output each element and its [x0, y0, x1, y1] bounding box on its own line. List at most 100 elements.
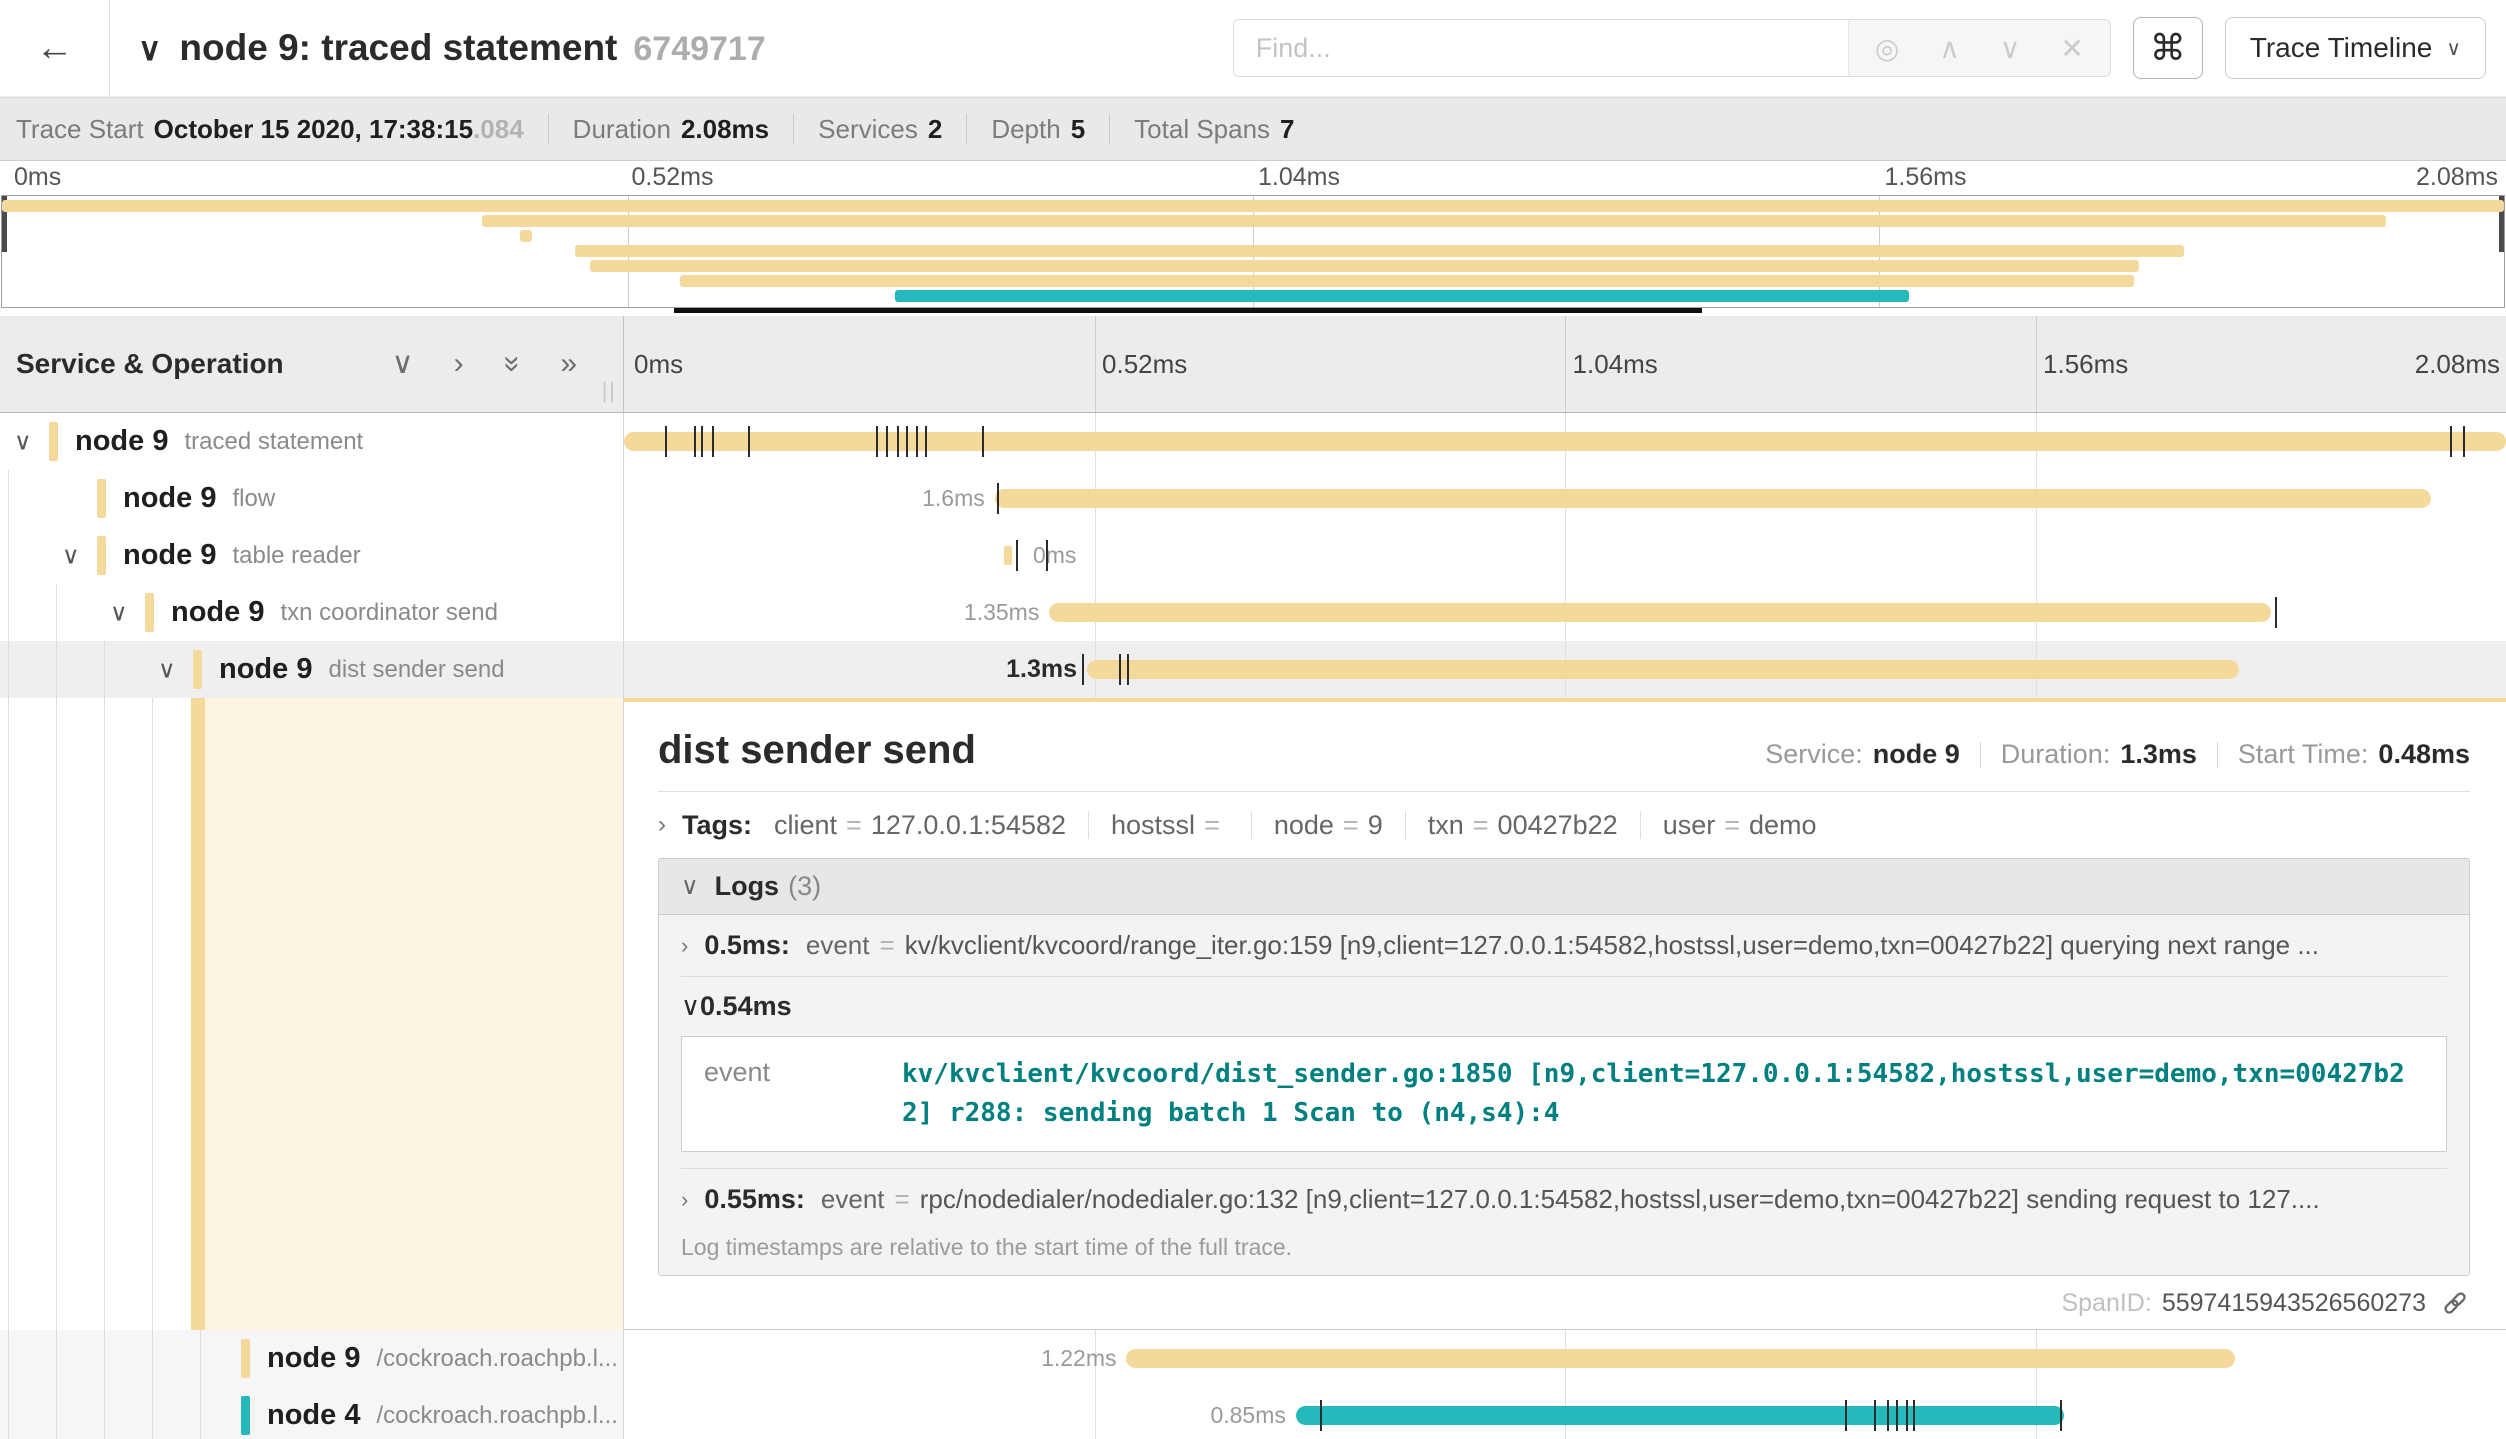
- log-text: kv/kvclient/kvcoord/range_iter.go:159 [n…: [905, 930, 2319, 961]
- back-button[interactable]: ←: [0, 0, 110, 96]
- expand-one-icon[interactable]: ›: [454, 349, 464, 379]
- tree-guide: [104, 1387, 105, 1439]
- tree-guide: [56, 698, 57, 1330]
- expand-chevron-icon[interactable]: ∨: [110, 598, 128, 627]
- minimap-span-bar: [590, 260, 2139, 272]
- log-field-value: kv/kvclient/kvcoord/dist_sender.go:1850 …: [892, 1037, 2446, 1151]
- span-name-cell[interactable]: ∨node 9txn coordinator send: [0, 584, 624, 641]
- tag-key: hostssl: [1111, 810, 1195, 841]
- log-expanded-header[interactable]: ∨ 0.54ms: [681, 991, 2447, 1022]
- collapse-one-icon[interactable]: ∨: [392, 349, 414, 379]
- next-match-icon[interactable]: ∨: [2000, 32, 2021, 65]
- span-row-flow[interactable]: node 9flow 1.6ms: [0, 470, 2506, 527]
- span-detail-panel: dist sender send Service: node 9 Duratio…: [624, 698, 2506, 1330]
- span-name-cell[interactable]: node 9flow: [0, 470, 624, 527]
- tag-key: client: [774, 810, 837, 841]
- log-key: event: [821, 1184, 885, 1215]
- span-duration-bar[interactable]: [1126, 1349, 2234, 1368]
- span-timeline-cell[interactable]: 1.3ms: [624, 641, 2506, 698]
- span-timeline-cell[interactable]: 0.85ms: [624, 1387, 2506, 1439]
- tree-guide: [152, 1387, 153, 1439]
- title-collapse-icon[interactable]: ∨: [138, 30, 161, 68]
- span-duration-bar[interactable]: [1049, 603, 2270, 622]
- tree-guide: [56, 1387, 57, 1439]
- span-service-name: node 9: [267, 1342, 360, 1375]
- span-row-traced-statement[interactable]: ∨ node 9 traced statement: [0, 413, 2506, 470]
- span-name-cell[interactable]: ∨ node 9 traced statement: [0, 413, 624, 470]
- span-duration-bar[interactable]: [995, 489, 2431, 508]
- span-row-txn-coordinator-send[interactable]: ∨node 9txn coordinator send1.35ms: [0, 584, 2506, 641]
- view-selector-button[interactable]: Trace Timeline ∨: [2225, 17, 2486, 79]
- span-row-cockroach-roachpb-l[interactable]: node 4/cockroach.roachpb.l...0.85ms: [0, 1387, 2506, 1439]
- minimap-canvas[interactable]: [1, 195, 2505, 308]
- tags-title: Tags:: [682, 810, 752, 841]
- depth-value: 5: [1071, 114, 1085, 145]
- log-row[interactable]: › 0.55ms: event = rpc/nodedialer/nodedia…: [681, 1168, 2447, 1230]
- span-timeline-cell[interactable]: 1.22ms: [624, 1330, 2506, 1387]
- span-id-row: SpanID: 5597415943526560273: [658, 1288, 2470, 1318]
- span-name-cell[interactable]: ∨node 9table reader: [0, 527, 624, 584]
- timeline-gridline: [1565, 527, 1566, 584]
- divider: [966, 114, 967, 144]
- chevron-down-icon: ∨: [2446, 36, 2461, 61]
- span-timeline-cell[interactable]: [624, 413, 2506, 470]
- minimap-span-bar: [520, 230, 533, 242]
- log-marker-tick: [1127, 654, 1129, 685]
- column-resize-grip[interactable]: ||: [602, 378, 617, 404]
- trace-summary-bar: Trace Start October 15 2020, 17:38:15.08…: [0, 97, 2506, 161]
- divider: [658, 791, 2470, 792]
- span-timeline-cell[interactable]: 1.35ms: [624, 584, 2506, 641]
- log-marker-tick: [748, 426, 750, 457]
- log-marker-tick: [876, 426, 878, 457]
- minimap-tick-1: 0.52ms: [632, 163, 714, 192]
- tree-guide: [152, 698, 153, 1330]
- find-input[interactable]: [1234, 20, 1848, 76]
- span-name-cell[interactable]: node 4/cockroach.roachpb.l...: [0, 1387, 624, 1439]
- trace-id: 6749717: [633, 30, 765, 69]
- span-duration-bar[interactable]: [1296, 1406, 2064, 1425]
- expand-chevron-icon[interactable]: ∨: [158, 655, 176, 684]
- tags-row[interactable]: › Tags: client=127.0.0.1:54582hostssl=no…: [658, 808, 2470, 842]
- expand-chevron-icon[interactable]: ∨: [14, 427, 32, 456]
- span-name-cell[interactable]: node 9/cockroach.roachpb.l...: [0, 1330, 624, 1387]
- span-duration-bar[interactable]: [1087, 660, 2239, 679]
- log-marker-tick: [1845, 1400, 1847, 1431]
- log-text: rpc/nodedialer/nodedialer.go:132 [n9,cli…: [920, 1184, 2320, 1215]
- span-name-cell[interactable]: ∨node 9dist sender send: [0, 641, 624, 698]
- log-marker-tick: [886, 426, 888, 457]
- collapse-all-icon[interactable]: »: [497, 356, 527, 373]
- span-timeline-cell[interactable]: 0ms: [624, 527, 2506, 584]
- link-icon[interactable]: [2440, 1288, 2470, 1318]
- span-row-table-reader[interactable]: ∨node 9table reader0ms: [0, 527, 2506, 584]
- prev-match-icon[interactable]: ∧: [1939, 32, 1960, 65]
- keyboard-shortcuts-button[interactable]: ⌘: [2133, 17, 2203, 79]
- log-marker-tick: [906, 426, 908, 457]
- log-marker-tick: [1320, 1400, 1322, 1431]
- minimap-scrubber[interactable]: [674, 308, 1701, 313]
- tag-key: txn: [1428, 810, 1464, 841]
- tree-guide: [56, 1330, 57, 1387]
- logs-header[interactable]: ∨ Logs (3): [659, 859, 2469, 915]
- chevron-down-icon: ∨: [681, 872, 699, 901]
- span-duration-label: 1.6ms: [912, 470, 995, 527]
- divider: [1109, 114, 1110, 144]
- log-marker-tick: [1119, 654, 1121, 685]
- span-timeline-cell[interactable]: 1.6ms: [624, 470, 2506, 527]
- span-duration-bar[interactable]: [1004, 546, 1012, 565]
- expand-chevron-icon[interactable]: ∨: [62, 541, 80, 570]
- expand-all-icon[interactable]: »: [560, 349, 577, 379]
- log-row[interactable]: › 0.5ms: event = kv/kvclient/kvcoord/ran…: [681, 915, 2447, 977]
- clear-find-icon[interactable]: ✕: [2060, 32, 2083, 65]
- tag-key: node: [1274, 810, 1334, 841]
- locate-icon[interactable]: ◎: [1875, 32, 1899, 65]
- selected-span-accent-bar: [191, 698, 205, 1330]
- span-row-dist-sender-send[interactable]: ∨node 9dist sender send1.3ms: [0, 641, 2506, 698]
- span-row-cockroach-roachpb-l[interactable]: node 9/cockroach.roachpb.l... 1.22ms: [0, 1330, 2506, 1387]
- span-duration-label: 1.22ms: [1031, 1330, 1126, 1387]
- span-operation-name: traced statement: [184, 428, 363, 456]
- detail-overview: Service: node 9 Duration: 1.3ms Start Ti…: [1765, 739, 2470, 770]
- minimap-tick-2: 1.04ms: [1258, 163, 1340, 192]
- log-row-expanded: ∨ 0.54ms event kv/kvclient/kvcoord/dist_…: [681, 977, 2447, 1152]
- span-service-name: node 9: [75, 425, 168, 458]
- divider: [1251, 811, 1252, 839]
